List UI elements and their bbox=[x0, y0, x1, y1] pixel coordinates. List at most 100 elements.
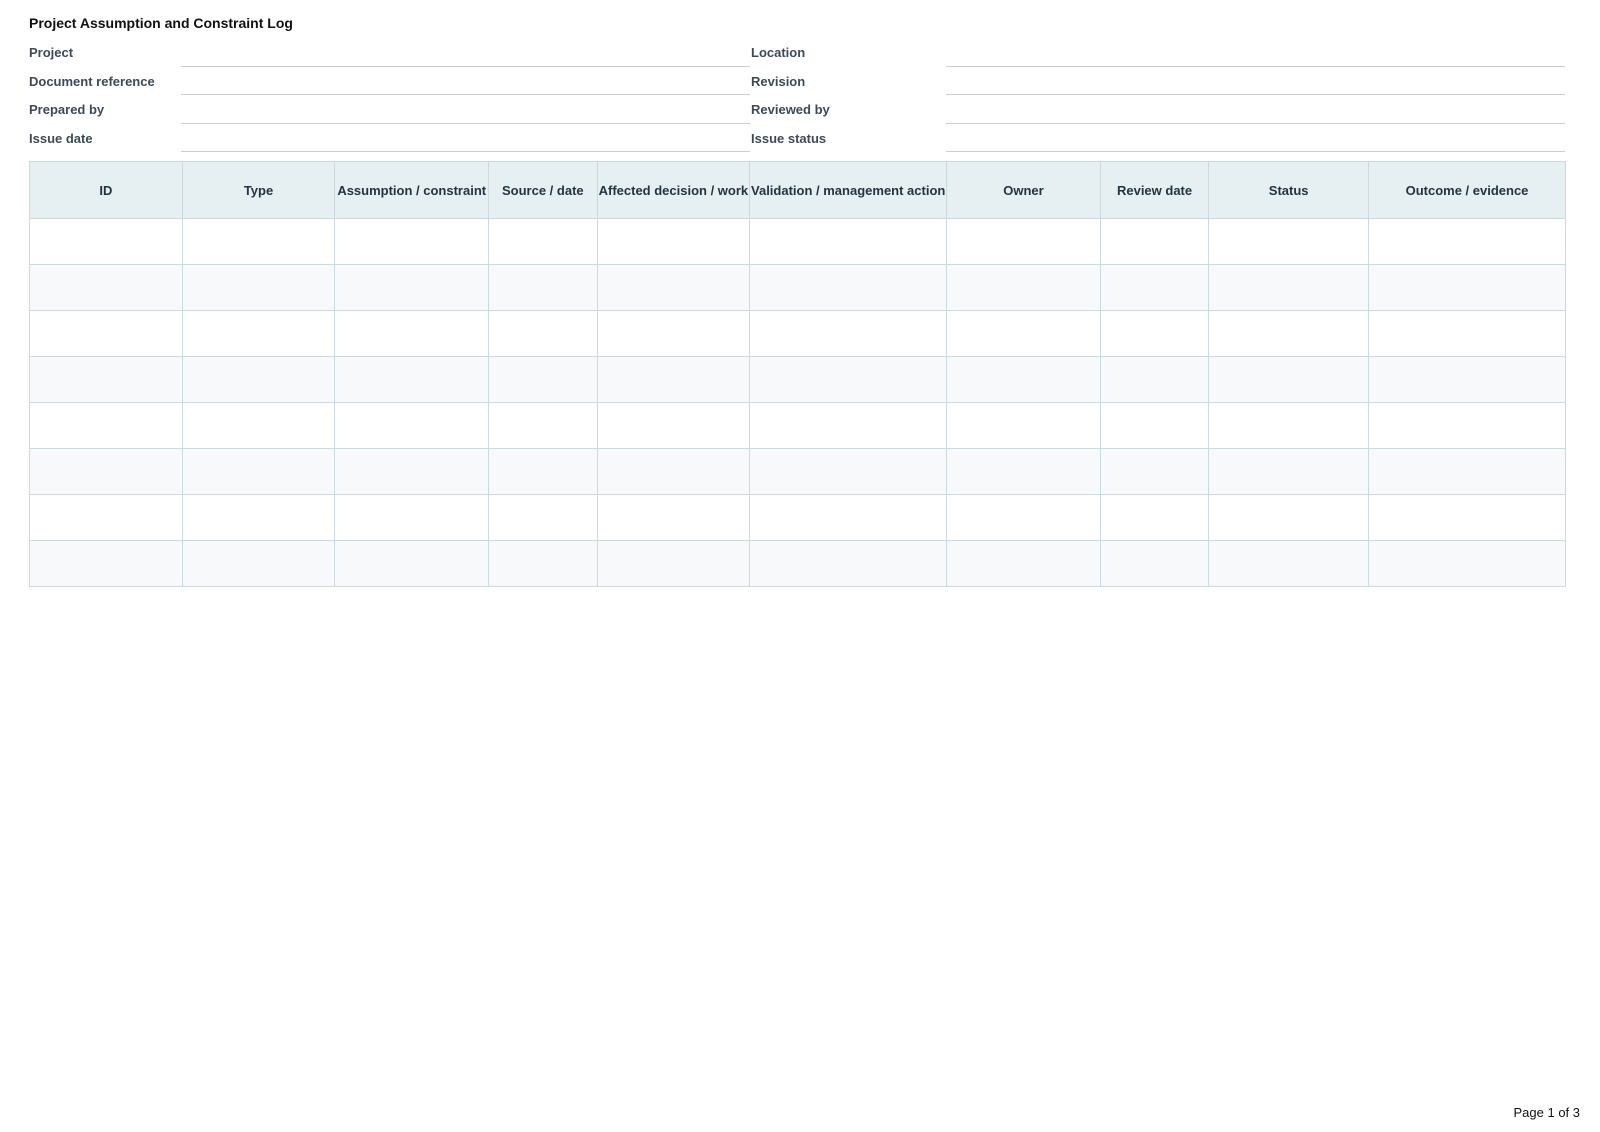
cell-id[interactable] bbox=[29, 448, 183, 495]
cell-validation-management-action[interactable] bbox=[749, 356, 948, 403]
cell-type[interactable] bbox=[181, 356, 336, 403]
cell-review-date[interactable] bbox=[1099, 540, 1210, 587]
cell-outcome-evidence[interactable] bbox=[1368, 356, 1566, 403]
cell-assumption-constraint[interactable] bbox=[334, 494, 490, 541]
cell-assumption-constraint[interactable] bbox=[334, 264, 490, 311]
cell-outcome-evidence[interactable] bbox=[1368, 494, 1566, 541]
revision-field[interactable] bbox=[946, 67, 1565, 95]
cell-assumption-constraint[interactable] bbox=[334, 402, 490, 449]
cell-review-date[interactable] bbox=[1099, 310, 1210, 357]
cell-affected-decision-work[interactable] bbox=[596, 540, 751, 587]
location-field[interactable] bbox=[946, 38, 1565, 67]
cell-validation-management-action[interactable] bbox=[749, 448, 948, 495]
cell-source-date[interactable] bbox=[488, 310, 598, 357]
table-row bbox=[29, 310, 1566, 357]
cell-source-date[interactable] bbox=[488, 402, 598, 449]
cell-assumption-constraint[interactable] bbox=[334, 310, 490, 357]
cell-id[interactable] bbox=[29, 218, 183, 265]
document-metadata: Project Location Document reference Revi… bbox=[29, 38, 1565, 152]
cell-owner[interactable] bbox=[946, 356, 1101, 403]
cell-type[interactable] bbox=[181, 448, 336, 495]
cell-validation-management-action[interactable] bbox=[749, 218, 948, 265]
cell-assumption-constraint[interactable] bbox=[334, 448, 490, 495]
cell-affected-decision-work[interactable] bbox=[596, 356, 751, 403]
project-field[interactable] bbox=[181, 38, 750, 67]
cell-source-date[interactable] bbox=[488, 540, 598, 587]
document-reference-label: Document reference bbox=[29, 73, 155, 89]
column-header-assumption-constraint: Assumption / constraint bbox=[334, 161, 490, 219]
cell-owner[interactable] bbox=[946, 310, 1101, 357]
cell-status[interactable] bbox=[1208, 494, 1370, 541]
cell-source-date[interactable] bbox=[488, 448, 598, 495]
issue-date-field[interactable] bbox=[181, 124, 750, 152]
cell-status[interactable] bbox=[1208, 310, 1370, 357]
cell-owner[interactable] bbox=[946, 494, 1101, 541]
cell-id[interactable] bbox=[29, 264, 183, 311]
cell-review-date[interactable] bbox=[1099, 448, 1210, 495]
cell-type[interactable] bbox=[181, 402, 336, 449]
table-body bbox=[29, 218, 1566, 587]
cell-owner[interactable] bbox=[946, 540, 1101, 587]
cell-type[interactable] bbox=[181, 310, 336, 357]
cell-review-date[interactable] bbox=[1099, 264, 1210, 311]
cell-status[interactable] bbox=[1208, 402, 1370, 449]
cell-review-date[interactable] bbox=[1099, 402, 1210, 449]
cell-validation-management-action[interactable] bbox=[749, 540, 948, 587]
cell-affected-decision-work[interactable] bbox=[596, 494, 751, 541]
cell-affected-decision-work[interactable] bbox=[596, 264, 751, 311]
cell-outcome-evidence[interactable] bbox=[1368, 402, 1566, 449]
document-reference-field[interactable] bbox=[181, 67, 750, 95]
meta-row: Prepared by Reviewed by bbox=[29, 95, 1565, 124]
cell-id[interactable] bbox=[29, 310, 183, 357]
cell-outcome-evidence[interactable] bbox=[1368, 540, 1566, 587]
cell-validation-management-action[interactable] bbox=[749, 310, 948, 357]
cell-owner[interactable] bbox=[946, 402, 1101, 449]
cell-assumption-constraint[interactable] bbox=[334, 356, 490, 403]
cell-validation-management-action[interactable] bbox=[749, 494, 948, 541]
cell-id[interactable] bbox=[29, 494, 183, 541]
cell-affected-decision-work[interactable] bbox=[596, 402, 751, 449]
cell-status[interactable] bbox=[1208, 540, 1370, 587]
cell-type[interactable] bbox=[181, 540, 336, 587]
cell-outcome-evidence[interactable] bbox=[1368, 310, 1566, 357]
cell-review-date[interactable] bbox=[1099, 218, 1210, 265]
cell-source-date[interactable] bbox=[488, 494, 598, 541]
cell-status[interactable] bbox=[1208, 356, 1370, 403]
cell-id[interactable] bbox=[29, 356, 183, 403]
cell-outcome-evidence[interactable] bbox=[1368, 448, 1566, 495]
prepared-by-field[interactable] bbox=[181, 95, 750, 124]
cell-assumption-constraint[interactable] bbox=[334, 540, 490, 587]
cell-type[interactable] bbox=[181, 218, 336, 265]
cell-validation-management-action[interactable] bbox=[749, 402, 948, 449]
cell-owner[interactable] bbox=[946, 264, 1101, 311]
cell-outcome-evidence[interactable] bbox=[1368, 218, 1566, 265]
document-title: Project Assumption and Constraint Log bbox=[29, 15, 293, 31]
reviewed-by-field[interactable] bbox=[946, 95, 1565, 124]
cell-id[interactable] bbox=[29, 402, 183, 449]
cell-affected-decision-work[interactable] bbox=[596, 310, 751, 357]
cell-source-date[interactable] bbox=[488, 218, 598, 265]
cell-status[interactable] bbox=[1208, 448, 1370, 495]
cell-owner[interactable] bbox=[946, 218, 1101, 265]
cell-assumption-constraint[interactable] bbox=[334, 218, 490, 265]
table-row bbox=[29, 448, 1566, 495]
cell-affected-decision-work[interactable] bbox=[596, 218, 751, 265]
cell-validation-management-action[interactable] bbox=[749, 264, 948, 311]
cell-review-date[interactable] bbox=[1099, 494, 1210, 541]
cell-id[interactable] bbox=[29, 540, 183, 587]
cell-type[interactable] bbox=[181, 494, 336, 541]
cell-source-date[interactable] bbox=[488, 356, 598, 403]
issue-status-field[interactable] bbox=[946, 124, 1565, 152]
cell-owner[interactable] bbox=[946, 448, 1101, 495]
issue-status-label: Issue status bbox=[751, 130, 827, 146]
issue-date-label: Issue date bbox=[29, 130, 93, 146]
cell-source-date[interactable] bbox=[488, 264, 598, 311]
cell-status[interactable] bbox=[1208, 264, 1370, 311]
cell-review-date[interactable] bbox=[1099, 356, 1210, 403]
cell-status[interactable] bbox=[1208, 218, 1370, 265]
column-header-validation-management-action: Validation / management action bbox=[749, 161, 948, 219]
cell-affected-decision-work[interactable] bbox=[596, 448, 751, 495]
cell-type[interactable] bbox=[181, 264, 336, 311]
cell-outcome-evidence[interactable] bbox=[1368, 264, 1566, 311]
reviewed-by-label: Reviewed by bbox=[751, 102, 830, 117]
